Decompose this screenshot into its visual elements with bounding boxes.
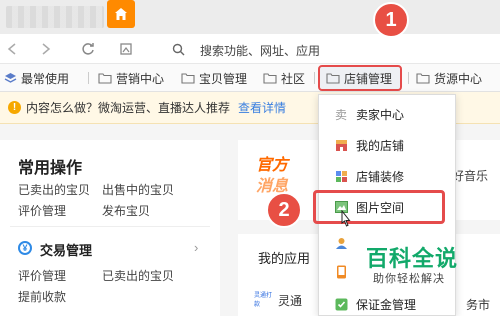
bookmarks-bar: 最常使用 营销中心 宝贝管理 社区 货源中心 [0, 64, 500, 92]
home-icon [115, 8, 127, 20]
menu-item-my-store[interactable]: 我的店铺 [320, 131, 454, 159]
early-payment-link[interactable]: 提前收款 [18, 288, 66, 305]
watermark-title: 百科全说 [366, 246, 459, 271]
decoration-icon [334, 169, 348, 183]
blurred-tab[interactable] [6, 6, 104, 28]
menu-item-deposit-management[interactable]: 保证金管理 [320, 290, 454, 316]
deposit-icon [334, 297, 348, 311]
trade-review-management-link[interactable]: 评价管理 [18, 267, 66, 284]
address-bar-row: 搜索功能、网址、应用 [0, 34, 500, 64]
step-badge-1: 1 [373, 2, 409, 38]
folder-icon [416, 73, 430, 84]
banner-tail-text: 好音乐 [452, 169, 489, 183]
back-icon[interactable] [4, 41, 20, 57]
bookmark-separator [314, 72, 315, 84]
trade-sold-items-link[interactable]: 已卖出的宝贝 [102, 267, 174, 284]
review-management-link[interactable]: 评价管理 [18, 202, 66, 219]
trade-icon: ¥ [18, 241, 32, 255]
forward-icon[interactable] [38, 41, 54, 57]
app-name-lingtong[interactable]: 灵通 [278, 292, 302, 309]
address-input[interactable]: 搜索功能、网址、应用 [200, 42, 320, 59]
bookmark-most-used[interactable]: 最常使用 [4, 70, 69, 86]
chevron-right-icon[interactable]: › [194, 240, 198, 255]
view-details-link[interactable]: 查看详情 [238, 99, 286, 116]
watermark-subtitle: 助你轻松解决 [373, 273, 445, 285]
folder-icon [181, 73, 195, 84]
on-sale-items-link[interactable]: 出售中的宝贝 [102, 181, 174, 198]
layers-icon [4, 72, 17, 83]
menu-item-seller-center[interactable]: 卖 卖家中心 [320, 100, 454, 128]
shop-icon [334, 138, 348, 152]
section-divider [10, 226, 210, 227]
bookmark-item-management[interactable]: 宝贝管理 [181, 70, 247, 86]
bookmark-separator [88, 72, 89, 84]
bookmark-store-management[interactable]: 店铺管理 [326, 70, 392, 86]
my-apps-title: 我的应用 [258, 251, 311, 266]
menu-item-store-decoration[interactable]: 店铺装修 [320, 162, 454, 190]
bookmark-separator [408, 72, 409, 84]
notice-text: 内容怎么做？微淘运营、直播达人推荐 [26, 101, 231, 115]
capture-icon[interactable] [118, 41, 134, 57]
seller-icon: 卖 [334, 107, 347, 122]
step-badge-2: 2 [266, 192, 302, 228]
bookmark-marketing-center[interactable]: 营销中心 [98, 70, 164, 86]
home-tab[interactable] [107, 0, 135, 28]
image-space-highlight [313, 190, 445, 224]
common-operations-title: 常用操作 [18, 160, 83, 177]
search-icon [170, 41, 186, 57]
folder-icon [326, 73, 340, 84]
bookmark-community[interactable]: 社区 [263, 70, 305, 86]
folder-icon [98, 73, 112, 84]
lingtong-logo[interactable]: 灵通打款 [254, 290, 274, 308]
banner-brand-line1: 官方 [256, 157, 289, 174]
trade-management-title[interactable]: 交易管理 [40, 240, 92, 259]
info-icon: ! [8, 101, 21, 114]
reload-icon[interactable] [80, 41, 96, 57]
sold-items-link[interactable]: 已卖出的宝贝 [18, 181, 90, 198]
folder-icon [263, 73, 277, 84]
person-icon [334, 236, 348, 250]
publish-item-link[interactable]: 发布宝贝 [102, 202, 150, 219]
service-market-text[interactable]: 务市场 [466, 296, 500, 316]
phone-icon [334, 265, 348, 279]
bookmark-supply-center[interactable]: 货源中心 [416, 70, 482, 86]
mouse-cursor-icon [338, 209, 352, 233]
browser-tab-bar [0, 0, 500, 34]
